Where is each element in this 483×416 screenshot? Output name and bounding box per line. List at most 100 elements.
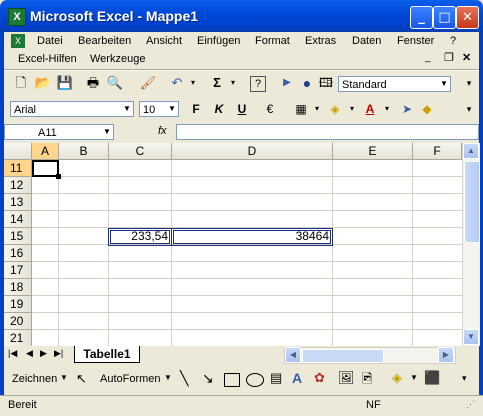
underline-button[interactable]: U bbox=[233, 100, 251, 118]
fill-handle[interactable] bbox=[56, 174, 61, 179]
name-box[interactable]: A11 ▼ bbox=[4, 124, 114, 140]
column-header-c[interactable]: C bbox=[109, 143, 172, 160]
chevron-down-icon[interactable]: ▼ bbox=[410, 373, 418, 382]
cell-d15[interactable]: 38464 bbox=[171, 228, 332, 245]
toolbar-options-icon[interactable]: ▾ bbox=[460, 74, 478, 92]
horizontal-scrollbar[interactable]: ◀ ▶ bbox=[284, 347, 456, 364]
save-icon[interactable]: 💾 bbox=[56, 74, 74, 92]
menu-excel-hilfen[interactable]: Excel-Hilfen bbox=[18, 53, 77, 65]
row-header[interactable]: 21 bbox=[4, 330, 32, 346]
picture-icon[interactable]: 🖻 bbox=[362, 370, 372, 392]
doc-minimize-icon[interactable]: _ bbox=[425, 52, 431, 63]
format-painter-icon[interactable]: 🖌 bbox=[139, 74, 157, 92]
prev-sheet-icon[interactable]: ◀ bbox=[26, 348, 33, 359]
chevron-down-icon[interactable]: ▼ bbox=[101, 125, 113, 139]
minimize-button[interactable]: _ bbox=[410, 6, 433, 29]
menu-fenster[interactable]: Fenster bbox=[397, 35, 434, 47]
row-header[interactable]: 13 bbox=[4, 194, 32, 211]
row-header[interactable]: 15 bbox=[4, 228, 32, 245]
scroll-up-icon[interactable]: ▲ bbox=[463, 143, 479, 159]
column-header-f[interactable]: F bbox=[413, 143, 462, 160]
row-header[interactable]: 20 bbox=[4, 313, 32, 330]
line-icon[interactable]: ╲ bbox=[180, 370, 188, 387]
sheet-tab-tabelle1[interactable]: Tabelle1 bbox=[74, 346, 140, 363]
maximize-button[interactable]: □ bbox=[433, 6, 456, 29]
column-header-b[interactable]: B bbox=[59, 143, 109, 160]
font-color-dropdown-icon[interactable]: ▾ bbox=[378, 100, 396, 118]
styles-icon[interactable]: 🖽 bbox=[317, 74, 335, 92]
menu-einfuegen[interactable]: Einfügen bbox=[197, 35, 240, 47]
close-button[interactable]: ✕ bbox=[456, 6, 479, 29]
style-combo[interactable]: Standard ▼ bbox=[338, 76, 451, 92]
diagram-icon[interactable]: ✿ bbox=[314, 370, 325, 386]
row-header[interactable]: 19 bbox=[4, 296, 32, 313]
3d-icon[interactable]: ⬛ bbox=[424, 370, 440, 386]
first-sheet-icon[interactable]: |◀ bbox=[8, 348, 17, 359]
vertical-scrollbar[interactable]: ▲ ▼ bbox=[462, 143, 480, 346]
last-sheet-icon[interactable]: ▶| bbox=[54, 348, 63, 359]
column-header-e[interactable]: E bbox=[333, 143, 413, 160]
fill-dropdown-icon[interactable]: ▾ bbox=[343, 100, 361, 118]
autosum-dropdown-icon[interactable]: ▾ bbox=[224, 74, 242, 92]
textbox-icon[interactable]: ▤ bbox=[270, 370, 282, 386]
new-icon[interactable]: 🗋 bbox=[12, 74, 30, 92]
menu-ansicht[interactable]: Ansicht bbox=[146, 35, 182, 47]
menu-werkzeuge[interactable]: Werkzeuge bbox=[90, 53, 145, 65]
menu-extras[interactable]: Extras bbox=[305, 35, 336, 47]
bold-button[interactable]: F bbox=[187, 100, 205, 118]
chevron-down-icon[interactable]: ▼ bbox=[166, 102, 178, 116]
menu-datei[interactable]: Datei bbox=[37, 35, 63, 47]
row-header[interactable]: 16 bbox=[4, 245, 32, 262]
resize-grip-icon[interactable]: ⋰ bbox=[466, 399, 475, 410]
print-icon[interactable]: 🖶 bbox=[84, 74, 102, 92]
undo-dropdown-icon[interactable]: ▾ bbox=[184, 74, 202, 92]
print-preview-icon[interactable]: 🔍 bbox=[106, 74, 124, 92]
workbook-icon[interactable]: X bbox=[11, 34, 25, 48]
wordart-icon[interactable]: A bbox=[292, 370, 302, 386]
chevron-down-icon[interactable]: ▼ bbox=[60, 373, 68, 382]
formula-input[interactable] bbox=[176, 124, 479, 140]
menu-daten[interactable]: Daten bbox=[352, 35, 381, 47]
row-header[interactable]: 11 bbox=[4, 160, 32, 177]
active-cell-a11[interactable] bbox=[32, 160, 59, 177]
arrow-icon[interactable]: ➤ bbox=[398, 100, 416, 118]
next-sheet-icon[interactable]: ▶ bbox=[40, 348, 47, 359]
borders-dropdown-icon[interactable]: ▾ bbox=[308, 100, 326, 118]
row-header[interactable]: 17 bbox=[4, 262, 32, 279]
chevron-down-icon[interactable]: ▼ bbox=[121, 102, 133, 116]
scroll-down-icon[interactable]: ▼ bbox=[463, 329, 479, 345]
row-header[interactable]: 12 bbox=[4, 177, 32, 194]
cell-c15[interactable]: 233,54 bbox=[108, 228, 171, 245]
help-icon[interactable]: ? bbox=[250, 76, 266, 92]
toolbar-options-icon[interactable]: ▾ bbox=[462, 373, 467, 384]
oval-icon[interactable] bbox=[246, 373, 264, 387]
zeichnen-menu[interactable]: Zeichnen bbox=[12, 373, 57, 385]
rectangle-icon[interactable] bbox=[224, 373, 240, 387]
excel-app-icon[interactable]: X bbox=[8, 8, 26, 26]
title-bar[interactable]: X Microsoft Excel - Mappe1 _ □ ✕ bbox=[0, 0, 483, 32]
arrow-line-icon[interactable]: ↘ bbox=[202, 370, 214, 387]
select-pointer-icon[interactable]: ↖ bbox=[76, 371, 87, 387]
fx-icon[interactable]: fx bbox=[158, 125, 167, 137]
row-header[interactable]: 18 bbox=[4, 279, 32, 296]
menu-format[interactable]: Format bbox=[255, 35, 290, 47]
warning-icon[interactable]: ◆ bbox=[418, 100, 436, 118]
row-header[interactable]: 14 bbox=[4, 211, 32, 228]
font-combo[interactable]: Arial ▼ bbox=[10, 101, 134, 117]
scroll-thumb[interactable] bbox=[464, 161, 480, 243]
doc-restore-icon[interactable]: ❐ bbox=[444, 51, 454, 64]
record-icon[interactable]: ● bbox=[298, 74, 316, 92]
scroll-right-icon[interactable]: ▶ bbox=[438, 347, 454, 363]
worksheet-grid[interactable]: A B C D E F 11 12 13 14 15 16 17 18 19 2… bbox=[4, 143, 462, 346]
play-icon[interactable]: ▶ bbox=[278, 74, 296, 92]
h-scroll-thumb[interactable] bbox=[302, 349, 384, 363]
clipart-icon[interactable]: 🖼 bbox=[338, 370, 355, 386]
size-combo[interactable]: 10 ▼ bbox=[139, 101, 179, 117]
doc-close-icon[interactable]: ✕ bbox=[462, 51, 471, 64]
font-color-icon[interactable]: A bbox=[361, 100, 379, 118]
fill-color-icon[interactable]: ◈ bbox=[326, 100, 344, 118]
toolbar-options-icon[interactable]: ▾ bbox=[460, 100, 478, 118]
menu-help[interactable]: ? bbox=[450, 35, 456, 47]
autoformen-menu[interactable]: AutoFormen bbox=[100, 373, 161, 385]
column-header-d[interactable]: D bbox=[172, 143, 333, 160]
